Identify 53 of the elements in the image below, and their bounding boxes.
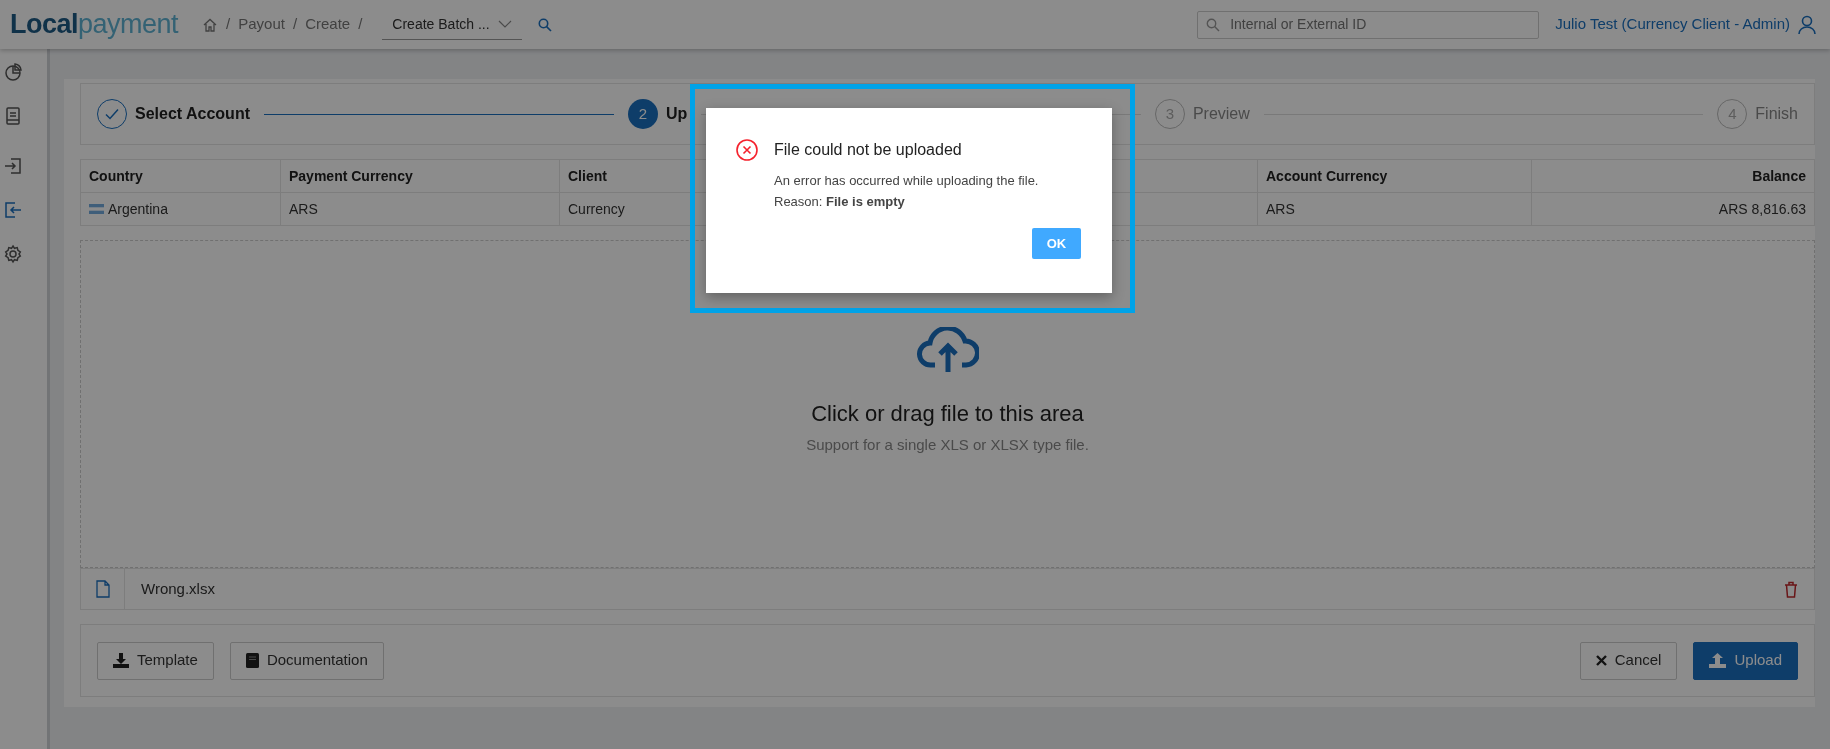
cancel-button[interactable]: Cancel [1579, 641, 1678, 680]
dialog-message: An error has occurred while uploading the file. [774, 172, 1040, 190]
upload-icon [1709, 653, 1727, 668]
step-label: Select Account [135, 104, 250, 124]
dropzone-hint: Support for a single XLS or XLSX type file. [806, 435, 1089, 456]
search-field[interactable]: Internal or External ID [1197, 10, 1540, 39]
settings-icon[interactable] [3, 244, 23, 265]
breadcrumb-separator: / [358, 14, 363, 35]
table-cell: ARS [280, 192, 560, 226]
user-icon[interactable] [1798, 14, 1816, 35]
template-button[interactable]: Template [97, 641, 214, 680]
dropzone-title: Click or drag file to this area [811, 400, 1084, 429]
search-icon[interactable] [538, 18, 553, 33]
column-header: Account Currency [1257, 159, 1532, 193]
documentation-button[interactable]: Documentation [229, 641, 384, 680]
upload-button[interactable]: Upload [1693, 641, 1798, 680]
file-name: Wrong.xlsx [141, 578, 215, 599]
flag-icon [89, 204, 104, 214]
column-header: Balance [1531, 159, 1815, 193]
dialog-title: File could not be uploaded [774, 140, 963, 160]
cloud-upload-icon [916, 327, 979, 374]
table-cell: ARS 8,816.63 [1531, 192, 1815, 226]
sign-out-icon[interactable] [3, 200, 23, 221]
file-icon [95, 580, 110, 598]
caret-icon [498, 19, 513, 29]
batch-select[interactable]: Create Batch ... [382, 9, 523, 40]
breadcrumb-link[interactable]: Create [305, 13, 351, 36]
download-icon [113, 653, 129, 668]
table-cell-text: Argentina [108, 199, 168, 219]
search-input[interactable]: Internal or External ID [1228, 13, 1531, 36]
ok-button[interactable]: OK [1032, 228, 1081, 259]
column-header: Payment Currency [280, 159, 560, 193]
search-icon [1206, 17, 1221, 32]
pie-chart-icon[interactable] [3, 62, 23, 83]
step-label: Up [666, 104, 688, 124]
column-header: Country [80, 159, 281, 193]
user-name[interactable]: Julio Test (Currency Client - Admin) [1555, 13, 1790, 36]
step-label: Finish [1755, 104, 1798, 124]
breadcrumb-separator: / [292, 14, 298, 35]
trash-icon[interactable] [1784, 580, 1798, 598]
breadcrumb-separator: / [226, 14, 231, 35]
step-number: 2 [628, 99, 658, 129]
dialog-reason: Reason: File is empty [774, 193, 906, 211]
home-icon[interactable] [202, 16, 219, 33]
error-icon [736, 139, 758, 161]
book-icon [245, 653, 259, 668]
sign-in-icon[interactable] [3, 156, 23, 177]
logo[interactable]: Localpayment [10, 11, 179, 38]
step-label: Preview [1192, 104, 1250, 124]
table-cell: ARS [1257, 192, 1532, 226]
document-icon[interactable] [3, 106, 23, 127]
close-icon [1595, 655, 1607, 666]
breadcrumb-link[interactable]: Payout [238, 13, 285, 36]
